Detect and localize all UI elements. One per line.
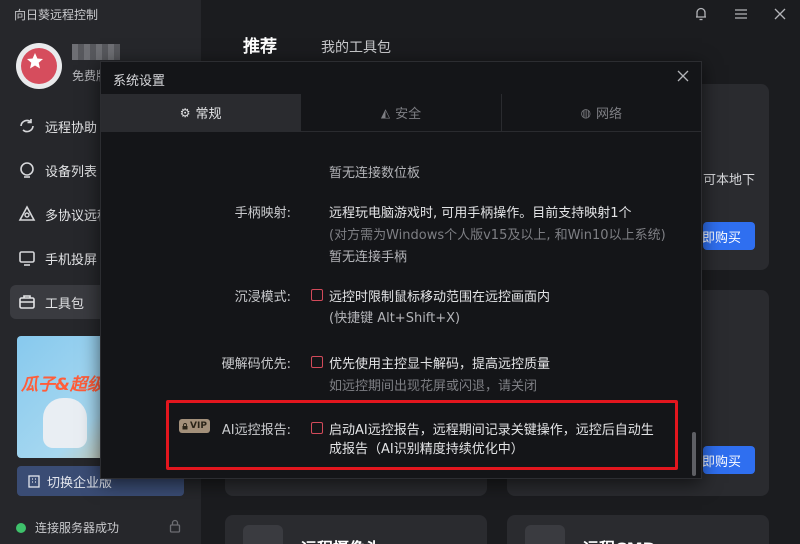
sidebar-item-label: 远程协助 [45,120,98,136]
gamepad-mapping-requirement: (对方需为Windows个人版v15及以上, 和Win10以上系统) [329,228,666,243]
status-text: 连接服务器成功 [35,521,120,535]
lock-icon [182,422,188,429]
camera-icon [243,525,283,544]
settings-dialog: 系统设置 ⚙ 常规 ◭ 安全 ◍ 网络 暂无连接数位板 手柄映射: 远程玩电脑游… [100,61,702,479]
tool-card-remote-camera[interactable]: 远程摄像头 [225,515,487,544]
hw-decode-checkbox[interactable] [311,356,323,368]
tab-general[interactable]: ⚙ 常规 [101,94,302,131]
menu-icon[interactable] [734,8,748,24]
phone-cast-icon [18,249,36,267]
star-icon [27,53,43,69]
immersive-mode-shortcut: (快捷键 Alt+Shift+X) [329,311,461,326]
main-tabs: 推荐 我的工具包 [243,32,435,57]
ai-report-checkbox[interactable] [311,422,323,434]
robot-illustration [43,398,87,448]
device-list-icon [18,161,36,179]
tool-card-remote-cmd[interactable]: 远程CMD [507,515,769,544]
tool-card-title: 远程CMD [583,535,656,544]
multi-protocol-icon [18,205,36,223]
gear-icon: ⚙ [179,105,191,120]
status-dot [16,522,26,533]
buy-button[interactable]: 立即购买 [703,222,755,250]
window-controls [694,6,786,25]
close-icon[interactable] [774,8,786,24]
user-name-redacted [72,44,120,60]
dialog-tabs: ⚙ 常规 ◭ 安全 ◍ 网络 [101,94,701,132]
lock-icon[interactable] [169,519,181,537]
tool-card-description: 可本地下 [703,173,756,188]
bell-icon[interactable] [694,6,708,25]
ai-report-label: AI远控报告: [221,423,291,438]
immersive-mode-label: 沉浸模式: [234,290,291,305]
tablet-status: 暂无连接数位板 [329,166,421,181]
dialog-close-icon[interactable] [677,70,689,86]
hw-decode-hint: 如远控期间出现花屏或闪退，请关闭 [329,379,538,394]
connection-status: 连接服务器成功 [16,519,119,536]
tab-recommend[interactable]: 推荐 [243,32,277,57]
user-plan: 免费版 [72,69,102,83]
sidebar-item-label: 多协议远程 [45,208,103,224]
globe-icon: ◍ [580,105,592,120]
hw-decode-desc: 优先使用主控显卡解码，提高远控质量 [329,357,551,372]
ai-report-desc-line1: 启动AI远控报告，远程期间记录关键操作，远控后自动生 [329,423,654,438]
sidebar-item-label: 设备列表 [45,164,98,180]
immersive-mode-desc: 远控时限制鼠标移动范围在远控画面内 [329,290,551,305]
gamepad-status: 暂无连接手柄 [329,250,408,265]
immersive-mode-checkbox[interactable] [311,289,323,301]
sidebar-item-label: 工具包 [45,296,85,312]
app-title: 向日葵远程控制 [14,8,99,22]
scrollbar-thumb[interactable] [692,432,696,476]
avatar[interactable] [16,43,62,89]
promo-tagline: 瓜子&超级 [21,375,104,395]
sidebar-item-label: 手机投屏 [45,252,98,268]
toolbox-icon [18,293,36,311]
ai-report-desc-line2: 成报告（AI识别精度持续优化中） [329,442,524,457]
dialog-title: 系统设置 [113,74,166,89]
cmd-icon [525,525,565,544]
vip-badge: VIP [179,419,210,433]
tab-my-toolbox[interactable]: 我的工具包 [321,37,391,57]
hw-decode-label: 硬解码优先: [221,357,291,372]
shield-icon: ◭ [380,105,391,120]
tool-card-title: 远程摄像头 [301,535,381,544]
gamepad-mapping-label: 手柄映射: [234,206,291,221]
tab-security[interactable]: ◭ 安全 [301,94,502,131]
remote-assist-icon [18,117,36,135]
gamepad-mapping-desc: 远程玩电脑游戏时, 可用手柄操作。目前支持映射1个 [329,206,632,221]
building-icon [27,474,41,488]
buy-button[interactable]: 立即购买 [703,446,755,474]
tab-network[interactable]: ◍ 网络 [501,94,701,131]
